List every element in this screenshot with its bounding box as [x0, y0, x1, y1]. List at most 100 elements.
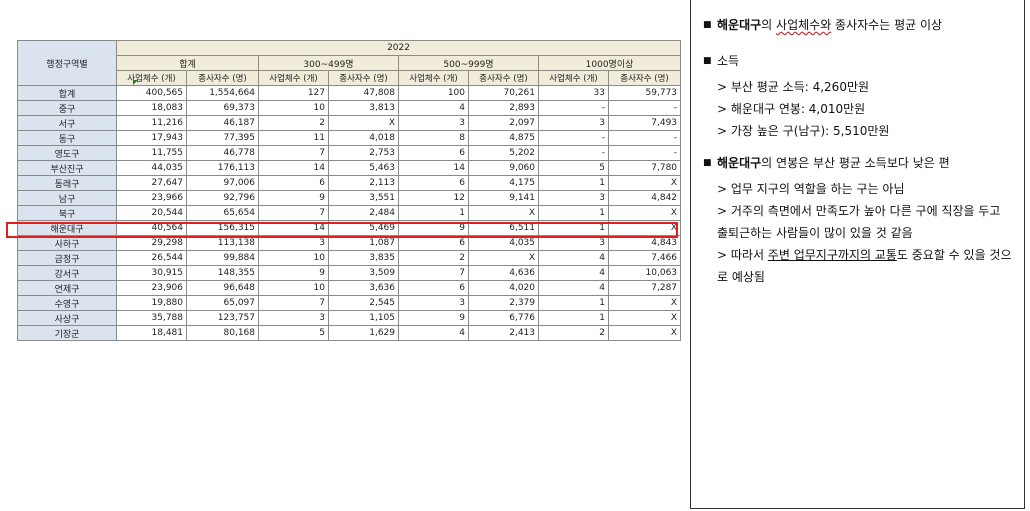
value-cell: 59,773: [607, 85, 682, 101]
value-cell: 7: [258, 205, 329, 221]
value-cell: 176,113: [186, 160, 259, 176]
value-cell: 1,105: [328, 310, 399, 326]
note-sub-line: > 해운대구 연봉: 4,010만원: [717, 102, 866, 116]
value-cell: -: [538, 130, 609, 146]
value-cell: 11,216: [116, 115, 187, 131]
value-cell: 4,020: [468, 280, 539, 296]
table-row: 해운대구 40,564 156,315 14 5,469 9 6,511 1 X: [17, 220, 682, 236]
value-cell: 4,875: [468, 130, 539, 146]
sub-header: 종사자수 (명): [607, 70, 682, 86]
value-cell: 46,187: [186, 115, 259, 131]
value-cell: X: [607, 220, 682, 236]
note-bullet-3: ■ 해운대구의 연봉은 부산 평균 소득보다 낮은 편: [703, 152, 1012, 174]
value-cell: 4,035: [468, 235, 539, 251]
value-cell: 2: [398, 250, 469, 266]
value-cell: 47,808: [328, 85, 399, 101]
region-cell: 사하구: [17, 235, 117, 251]
table-body: 합계 400,565 1,554,664 127 47,808 100 70,261 33 59…: [17, 85, 682, 341]
table-row: 연제구 23,906 96,648 10 3,636 6 4,020 4 7,287: [17, 280, 682, 296]
value-cell: 2,484: [328, 205, 399, 221]
value-cell: 30,915: [116, 265, 187, 281]
value-cell: 9,141: [468, 190, 539, 206]
value-cell: 4,018: [328, 130, 399, 146]
note-bold-text: 해운대구: [717, 18, 762, 32]
value-cell: 70,261: [468, 85, 539, 101]
value-cell: 4,843: [607, 235, 682, 251]
region-cell: 합계: [17, 85, 117, 101]
value-cell: 3: [538, 235, 609, 251]
value-cell: 1: [538, 295, 609, 311]
value-cell: 5: [538, 160, 609, 176]
note-bullet-2: ■ 소득: [703, 50, 1012, 72]
value-cell: 7,780: [607, 160, 682, 176]
value-cell: 6: [398, 235, 469, 251]
note-bold-text: 해운대구: [717, 156, 762, 170]
region-cell: 연제구: [17, 280, 117, 296]
value-cell: -: [607, 130, 682, 146]
value-cell: 100: [398, 85, 469, 101]
value-cell: 3: [538, 115, 609, 131]
region-cell: 남구: [17, 190, 117, 206]
table-row: 중구 18,083 69,373 10 3,813 4 2,893- -: [17, 100, 682, 116]
group-header-300-499: 300~499명: [258, 55, 399, 71]
table-row: 부산진구 44,035 176,113 14 5,463 14 9,060 5 7,780: [17, 160, 682, 176]
value-cell: 5,202: [468, 145, 539, 161]
value-cell: 3,636: [328, 280, 399, 296]
value-cell: 29,298: [116, 235, 187, 251]
region-cell: 강서구: [17, 265, 117, 281]
note-sub-line: > 가장 높은 구(남구): 5,510만원: [717, 124, 890, 138]
table-row: 사하구 29,298 113,138 3 1,087 6 4,035 3 4,843: [17, 235, 682, 251]
sub-header: 종사자수 (명): [186, 70, 259, 86]
value-cell: 6: [398, 280, 469, 296]
region-cell: 중구: [17, 100, 117, 116]
value-cell: 77,395: [186, 130, 259, 146]
value-cell: 65,654: [186, 205, 259, 221]
value-cell: 2,413: [468, 325, 539, 341]
value-cell: 2,379: [468, 295, 539, 311]
value-cell: 23,966: [116, 190, 187, 206]
value-cell: 3,551: [328, 190, 399, 206]
value-cell: 3: [538, 190, 609, 206]
value-cell: 4,175: [468, 175, 539, 191]
value-cell: 127: [258, 85, 329, 101]
table-row: 서구 11,216 46,187 2 X 3 2,097 3 7,493: [17, 115, 682, 131]
value-cell: 2,097: [468, 115, 539, 131]
value-cell: 97,006: [186, 175, 259, 191]
value-cell: 40,564: [116, 220, 187, 236]
value-cell: 1: [538, 310, 609, 326]
sub-header: 사업체수 (개): [258, 70, 329, 86]
value-cell: 10: [258, 250, 329, 266]
value-cell: 12: [398, 190, 469, 206]
value-cell: -: [538, 100, 609, 116]
table-row: 영도구 11,755 46,778 7 2,753 6 5,202- -: [17, 145, 682, 161]
group-header-1000-plus: 1000명이상: [537, 55, 682, 71]
note-sub-line: > 거주의 측면에서 만족도가 높아 다른 구에 직장을 두고 출퇴근하는 사람…: [717, 204, 1001, 240]
value-cell: 1,087: [328, 235, 399, 251]
value-cell: X: [328, 115, 399, 131]
value-cell: 27,647: [116, 175, 187, 191]
value-cell: 11: [258, 130, 329, 146]
value-cell: X: [607, 205, 682, 221]
value-cell: 23,906: [116, 280, 187, 296]
value-cell: 10: [258, 280, 329, 296]
sub-header: 종사자수 (명): [468, 70, 539, 86]
value-cell: 7,287: [607, 280, 682, 296]
value-cell: 156,315: [186, 220, 259, 236]
value-cell: 17,943: [116, 130, 187, 146]
value-cell: 46,778: [186, 145, 259, 161]
value-cell: 123,757: [186, 310, 259, 326]
value-cell: X: [607, 175, 682, 191]
group-header-total: 합계: [116, 55, 259, 71]
value-cell: 5,463: [328, 160, 399, 176]
value-cell: 7: [258, 145, 329, 161]
value-cell: 10,063: [607, 265, 682, 281]
region-cell: 기장군: [17, 325, 117, 341]
value-cell: 3: [398, 295, 469, 311]
value-cell: 2,753: [328, 145, 399, 161]
value-cell: 35,788: [116, 310, 187, 326]
group-header-500-999: 500~999명: [398, 55, 539, 71]
value-cell: X: [607, 310, 682, 326]
region-cell: 해운대구: [17, 220, 117, 236]
region-cell: 서구: [17, 115, 117, 131]
value-cell: 4,636: [468, 265, 539, 281]
